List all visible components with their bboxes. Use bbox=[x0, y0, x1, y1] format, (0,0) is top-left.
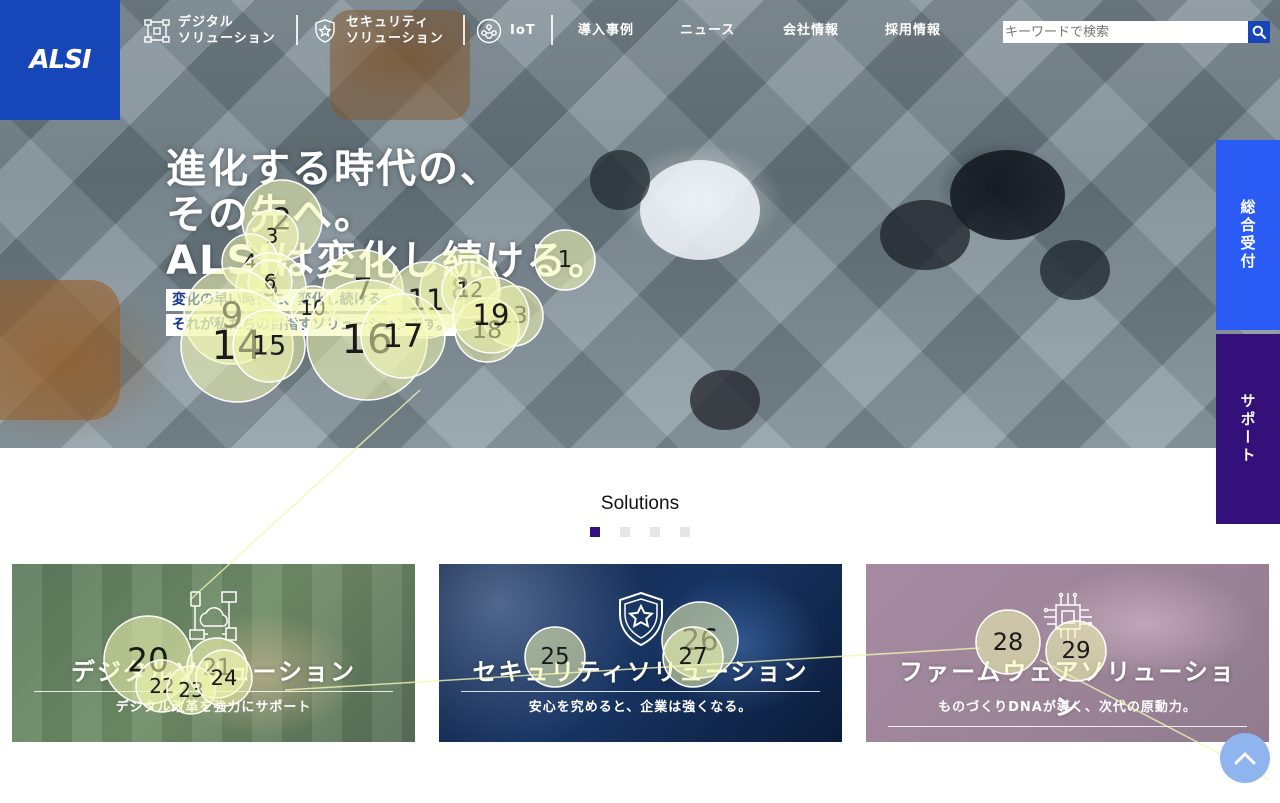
nav-news[interactable]: ニュース bbox=[680, 0, 735, 62]
nav-iot[interactable]: IoT bbox=[476, 0, 536, 62]
nav-label: セキュリティ ソリューション bbox=[346, 15, 444, 46]
card-title: ファームウェアソリューション bbox=[888, 652, 1247, 727]
nav-divider bbox=[296, 15, 298, 45]
hero-copy: 進化する時代の、 その先へ。 ALSIは変化し続ける。 変化の早い時代に、変化し… bbox=[166, 146, 610, 336]
search-icon bbox=[1252, 25, 1266, 39]
nav-digital-solutions[interactable]: デジタル ソリューション bbox=[144, 0, 276, 62]
solution-card-digital[interactable]: デジタルソリューション デジタル改革を強力にサポート bbox=[12, 564, 415, 742]
hero-subtitle-line: 変化の早い時代に、変化し続ける。 bbox=[166, 289, 402, 311]
main-nav: デジタル ソリューション セキュリティ ソリューション IoT 導入事例 ニュー… bbox=[120, 0, 1000, 62]
chip-circuit-icon bbox=[1043, 592, 1092, 641]
digital-cloud-icon bbox=[188, 591, 237, 641]
nav-security-solutions[interactable]: セキュリティ ソリューション bbox=[312, 0, 444, 62]
nav-label: 会社情報 bbox=[783, 23, 840, 38]
hero-title-line: その先へ。 bbox=[166, 192, 376, 238]
chevron-up-icon bbox=[1234, 752, 1256, 765]
solution-card-security[interactable]: セキュリティソリューション 安心を究めると、企業は強くなる。 bbox=[439, 564, 842, 742]
search-button[interactable] bbox=[1248, 21, 1270, 43]
solutions-heading: Solutions bbox=[600, 493, 680, 514]
search-form bbox=[1003, 21, 1270, 43]
digital-network-icon bbox=[144, 19, 170, 43]
nav-company[interactable]: 会社情報 bbox=[783, 0, 839, 62]
side-tab-general-reception[interactable]: 総合受付 bbox=[1216, 140, 1280, 330]
card-subtitle: 安心を究めると、企業は強くなる。 bbox=[528, 700, 753, 715]
hero-subtitle-line: それが私たちの目指すソリューションです。 bbox=[166, 314, 457, 336]
carousel-dot[interactable] bbox=[650, 527, 660, 537]
card-icon-wrap bbox=[439, 590, 842, 648]
carousel-pagination bbox=[590, 527, 690, 537]
search-input[interactable] bbox=[1003, 21, 1248, 43]
hero-title-line: 進化する時代の、 bbox=[166, 146, 502, 192]
hero-title-line: ALSIは変化し続ける。 bbox=[166, 238, 611, 284]
nav-divider bbox=[463, 15, 465, 45]
shield-star-icon bbox=[618, 591, 663, 647]
side-tab-support[interactable]: サポート bbox=[1216, 334, 1280, 524]
solution-card-firmware[interactable]: ファームウェアソリューション ものづくりDNAが導く、次代の原動力。 bbox=[866, 564, 1269, 742]
back-to-top-button[interactable] bbox=[1220, 733, 1270, 783]
carousel-dot[interactable] bbox=[620, 527, 630, 537]
hero-table-white bbox=[640, 160, 760, 260]
nav-label: ニュース bbox=[680, 23, 736, 38]
nav-label: 導入事例 bbox=[578, 23, 635, 38]
logo-text: ALSI bbox=[29, 45, 91, 75]
hero-chair bbox=[690, 370, 760, 430]
hero-chair bbox=[880, 200, 970, 270]
nav-label: IoT bbox=[510, 23, 536, 38]
site-logo[interactable]: ALSI bbox=[0, 0, 120, 120]
hero-subtitle: 変化の早い時代に、変化し続ける。 それが私たちの目指すソリューションです。 bbox=[166, 286, 610, 336]
hero-chair bbox=[1040, 240, 1110, 300]
card-subtitle: デジタル改革を強力にサポート bbox=[115, 700, 312, 715]
hero-title: 進化する時代の、 その先へ。 ALSIは変化し続ける。 bbox=[166, 146, 610, 284]
nav-recruit[interactable]: 採用情報 bbox=[885, 0, 941, 62]
card-title: デジタルソリューション bbox=[34, 652, 393, 692]
nav-label: デジタル ソリューション bbox=[178, 15, 276, 46]
card-icon-wrap bbox=[12, 590, 415, 642]
nav-divider bbox=[551, 15, 553, 45]
carousel-dot[interactable] bbox=[590, 527, 600, 537]
card-icon-wrap bbox=[866, 590, 1269, 644]
card-subtitle: ものづくりDNAが導く、次代の原動力。 bbox=[938, 700, 1197, 715]
hero-table-wood bbox=[0, 280, 120, 420]
nav-case-studies[interactable]: 導入事例 bbox=[578, 0, 634, 62]
iot-chip-icon bbox=[476, 18, 502, 44]
shield-star-icon bbox=[315, 19, 335, 43]
nav-label: 採用情報 bbox=[885, 23, 942, 38]
carousel-dot[interactable] bbox=[680, 527, 690, 537]
card-title: セキュリティソリューション bbox=[461, 652, 820, 692]
